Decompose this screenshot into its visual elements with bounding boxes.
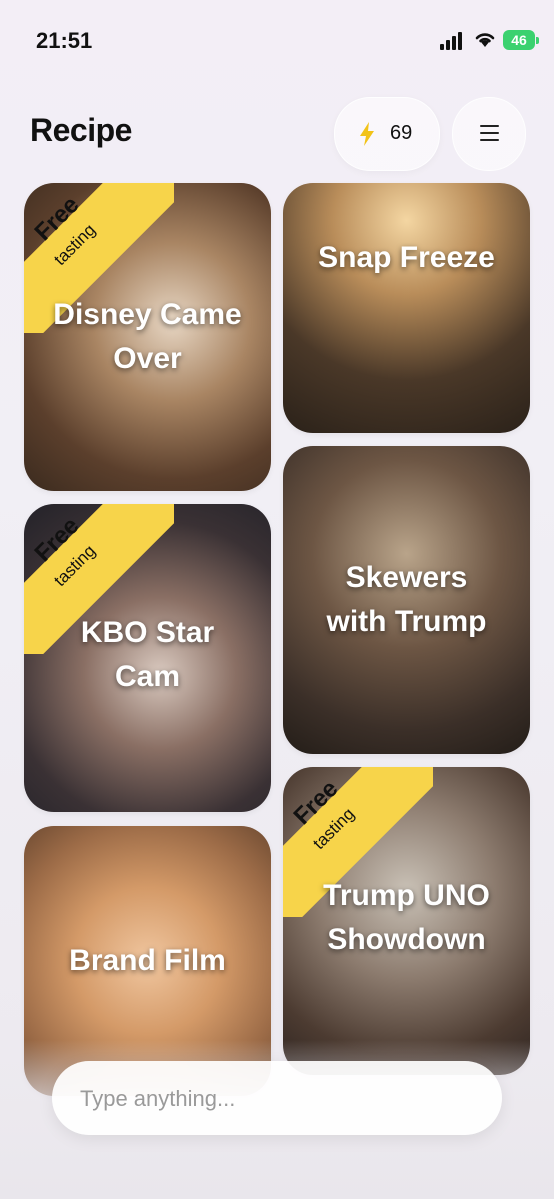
recipe-title: Skewers with Trump — [326, 561, 487, 638]
recipe-card-disney-came-over[interactable]: Free tasting Disney Came Over — [24, 183, 271, 491]
lightning-bolt-icon — [360, 122, 374, 146]
recipe-title: Brand Film — [69, 944, 226, 977]
recipe-title: Disney Came Over — [53, 298, 242, 375]
page-title: Recipe — [30, 112, 132, 148]
credits-button[interactable]: 69 — [334, 97, 440, 171]
recipe-card-snap-freeze[interactable]: Snap Freeze — [283, 183, 530, 433]
signal-icon — [440, 32, 466, 50]
wifi-icon — [475, 33, 495, 47]
menu-button[interactable] — [452, 97, 526, 171]
recipe-card-trump-uno-showdown[interactable]: Free tasting Trump UNO Showdown — [283, 767, 530, 1075]
prompt-input[interactable] — [78, 1061, 482, 1137]
recipe-title: KBO Star Cam — [80, 615, 215, 693]
battery-tip — [536, 37, 539, 44]
status-bar: 21:51 46 — [0, 0, 554, 80]
recipe-card-skewers-with-trump[interactable]: Skewers with Trump — [283, 446, 530, 754]
recipe-card-kbo-star-cam[interactable]: Free tasting KBO Star Cam — [24, 504, 271, 812]
credits-count: 69 — [390, 122, 413, 144]
hamburger-menu-icon — [480, 125, 499, 127]
battery-icon: 46 — [503, 30, 535, 50]
recipe-title: Trump UNO Showdown — [323, 878, 490, 956]
prompt-bar[interactable] — [52, 1061, 502, 1137]
recipe-title: Snap Freeze — [318, 241, 495, 274]
status-time: 21:51 — [36, 28, 93, 53]
